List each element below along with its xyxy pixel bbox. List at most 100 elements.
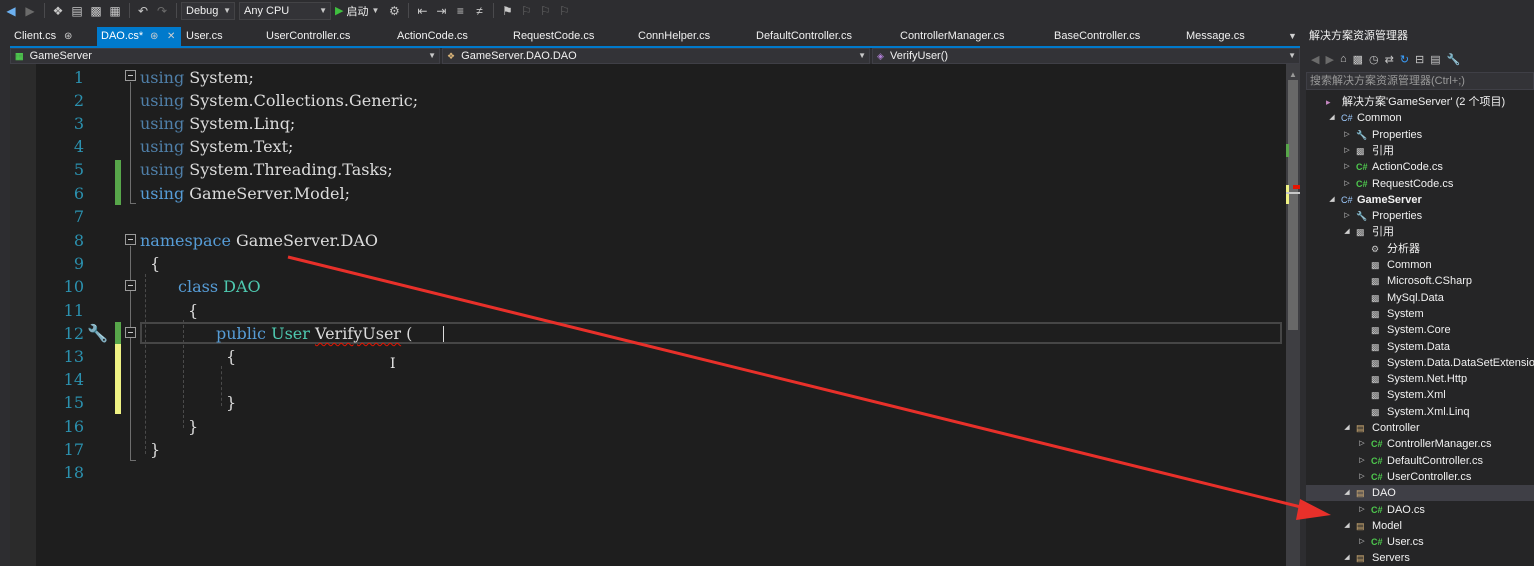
- solution-configuration-combo[interactable]: Debug ▼: [181, 1, 235, 20]
- back-icon[interactable]: ◀: [1311, 53, 1319, 66]
- next-bookmark-icon[interactable]: ⚐: [536, 2, 554, 20]
- collapse-toggle-icon[interactable]: [125, 280, 136, 291]
- collapsed-arrow-icon[interactable]: ▷: [1342, 127, 1352, 143]
- comment-icon[interactable]: ≡: [451, 2, 469, 20]
- undo-icon[interactable]: ↶: [134, 2, 152, 20]
- tree-item[interactable]: ▩ Common: [1306, 257, 1534, 273]
- tree-item[interactable]: ▷ C# DAO.cs: [1306, 502, 1534, 518]
- expanded-arrow-icon[interactable]: ◢: [1327, 192, 1337, 208]
- tree-item[interactable]: ▷ C# DefaultController.cs: [1306, 453, 1534, 469]
- expanded-arrow-icon[interactable]: ◢: [1342, 485, 1352, 501]
- tab-controllermanager-cs[interactable]: ControllerManager.cs: [896, 27, 1050, 46]
- tab-overflow-icon[interactable]: ▼: [1288, 27, 1297, 46]
- save-all-icon[interactable]: ▦: [106, 2, 124, 20]
- expanded-arrow-icon[interactable]: ◢: [1342, 518, 1352, 534]
- tree-item[interactable]: ◢ C# Common: [1306, 110, 1534, 126]
- code-editor[interactable]: 1 2 3 4 5 6 7 8 9 10 11 12 13 14 15 16 1…: [10, 64, 1286, 566]
- tab-actioncode-cs[interactable]: ActionCode.cs: [393, 27, 509, 46]
- clear-bookmarks-icon[interactable]: ⚐: [555, 2, 573, 20]
- tree-item[interactable]: ◢ ▩ 引用: [1306, 224, 1534, 240]
- collapse-toggle-icon[interactable]: [125, 70, 136, 81]
- collapse-all-icon[interactable]: ⊟: [1415, 53, 1424, 66]
- member-dropdown[interactable]: ◈ VerifyUser() ▼: [872, 48, 1300, 64]
- tab-defaultcontroller-cs[interactable]: DefaultController.cs: [752, 27, 896, 46]
- show-all-files-icon[interactable]: ▤: [1430, 53, 1440, 66]
- tree-item[interactable]: ▷ 🔧 Properties: [1306, 208, 1534, 224]
- collapse-toggle-icon[interactable]: [125, 327, 136, 338]
- tree-item[interactable]: ⚙ 分析器: [1306, 241, 1534, 257]
- toolbox-tab[interactable]: [1, 139, 9, 169]
- tree-item[interactable]: ▩ System.Xml.Linq: [1306, 404, 1534, 420]
- pin-icon[interactable]: ⊛: [150, 27, 158, 46]
- collapsed-arrow-icon[interactable]: ▷: [1357, 469, 1367, 485]
- collapsed-arrow-icon[interactable]: ▷: [1342, 208, 1352, 224]
- collapsed-arrow-icon[interactable]: ▷: [1342, 159, 1352, 175]
- sync-icon[interactable]: ⇄: [1385, 53, 1394, 66]
- tab-requestcode-cs[interactable]: RequestCode.cs: [509, 27, 634, 46]
- tree-item[interactable]: ▷ 🔧 Properties: [1306, 127, 1534, 143]
- previous-bookmark-icon[interactable]: ⚐: [517, 2, 535, 20]
- solution-explorer-search-input[interactable]: 搜索解决方案资源管理器(Ctrl+;): [1306, 72, 1534, 90]
- tree-item[interactable]: ▩ System: [1306, 306, 1534, 322]
- tree-item[interactable]: ◢ C# GameServer: [1306, 192, 1534, 208]
- refresh-icon[interactable]: ↻: [1400, 53, 1409, 66]
- tab-dao-cs[interactable]: DAO.cs* ⊛ ✕: [97, 27, 181, 46]
- collapsed-arrow-icon[interactable]: ▷: [1342, 143, 1352, 159]
- editor-vertical-scrollbar[interactable]: ▲: [1286, 64, 1300, 566]
- tree-item[interactable]: ▩ System.Data: [1306, 339, 1534, 355]
- tree-item[interactable]: ◢ ▤ Controller: [1306, 420, 1534, 436]
- tab-connhelper-cs[interactable]: ConnHelper.cs: [634, 27, 752, 46]
- redo-icon[interactable]: ↷: [153, 2, 171, 20]
- collapsed-arrow-icon[interactable]: ▷: [1342, 176, 1352, 192]
- tab-basecontroller-cs[interactable]: BaseController.cs: [1050, 27, 1182, 46]
- collapsed-arrow-icon[interactable]: ▷: [1357, 534, 1367, 550]
- start-debugging-button[interactable]: ▶ 启动 ▼: [335, 3, 379, 19]
- tab-client-cs[interactable]: Client.cs ⊛: [10, 27, 97, 46]
- type-dropdown[interactable]: ❖ GameServer.DAO.DAO ▼: [442, 48, 870, 64]
- tree-item[interactable]: ▩ System.Net.Http: [1306, 371, 1534, 387]
- switch-views-icon[interactable]: ▩: [1353, 53, 1363, 66]
- new-project-icon[interactable]: ❖: [49, 2, 67, 20]
- home-icon[interactable]: ⌂: [1340, 53, 1347, 65]
- expanded-arrow-icon[interactable]: ◢: [1342, 224, 1352, 240]
- expanded-arrow-icon[interactable]: ◢: [1342, 550, 1352, 566]
- expanded-arrow-icon[interactable]: ◢: [1327, 110, 1337, 126]
- tree-item[interactable]: ▷ C# UserController.cs: [1306, 469, 1534, 485]
- tree-item[interactable]: ▩ System.Data.DataSetExtensions: [1306, 355, 1534, 371]
- tab-user-cs[interactable]: User.cs: [182, 27, 262, 46]
- tree-item[interactable]: ▩ System.Xml: [1306, 387, 1534, 403]
- project-dropdown[interactable]: ▦ GameServer ▼: [10, 48, 440, 64]
- open-folder-icon[interactable]: ▤: [68, 2, 86, 20]
- uncomment-icon[interactable]: ≠: [470, 2, 488, 20]
- align-right-icon[interactable]: ⇥: [432, 2, 450, 20]
- tree-item[interactable]: ◢ ▤ Servers: [1306, 550, 1534, 566]
- back-icon[interactable]: ◀: [2, 2, 20, 20]
- quick-actions-screwdriver-icon[interactable]: 🔧: [86, 323, 110, 345]
- tree-item[interactable]: ▸ 解决方案'GameServer' (2 个项目): [1306, 94, 1534, 110]
- collapsed-arrow-icon[interactable]: ▷: [1357, 453, 1367, 469]
- tab-message-cs[interactable]: Message.cs: [1182, 27, 1282, 46]
- forward-icon[interactable]: ▶: [21, 2, 39, 20]
- properties-icon[interactable]: 🔧: [1447, 53, 1461, 66]
- solution-platform-combo[interactable]: Any CPU ▼: [239, 1, 331, 20]
- forward-icon[interactable]: ▶: [1325, 53, 1333, 66]
- tree-item[interactable]: ▩ MySql.Data: [1306, 290, 1534, 306]
- tree-item[interactable]: ◢ ▤ Model: [1306, 518, 1534, 534]
- tree-item[interactable]: ▷ C# RequestCode.cs: [1306, 176, 1534, 192]
- tree-item[interactable]: ▩ System.Core: [1306, 322, 1534, 338]
- align-left-icon[interactable]: ⇤: [413, 2, 431, 20]
- scrollbar-thumb[interactable]: [1288, 80, 1298, 330]
- save-icon[interactable]: ▩: [87, 2, 105, 20]
- tree-item[interactable]: ▷ C# User.cs: [1306, 534, 1534, 550]
- collapse-toggle-icon[interactable]: [125, 234, 136, 245]
- tree-item[interactable]: ▷ C# ControllerManager.cs: [1306, 436, 1534, 452]
- close-icon[interactable]: ✕: [167, 27, 175, 46]
- pending-changes-icon[interactable]: ◷: [1369, 53, 1379, 66]
- tab-usercontroller-cs[interactable]: UserController.cs: [262, 27, 393, 46]
- tree-item[interactable]: ▩ Microsoft.CSharp: [1306, 273, 1534, 289]
- tree-item[interactable]: ◢ ▤ DAO: [1306, 485, 1534, 502]
- collapsed-arrow-icon[interactable]: ▷: [1357, 436, 1367, 452]
- collapsed-arrow-icon[interactable]: ▷: [1357, 502, 1367, 518]
- pin-icon[interactable]: ⊛: [64, 27, 72, 46]
- find-in-files-icon[interactable]: ⚙: [385, 2, 403, 20]
